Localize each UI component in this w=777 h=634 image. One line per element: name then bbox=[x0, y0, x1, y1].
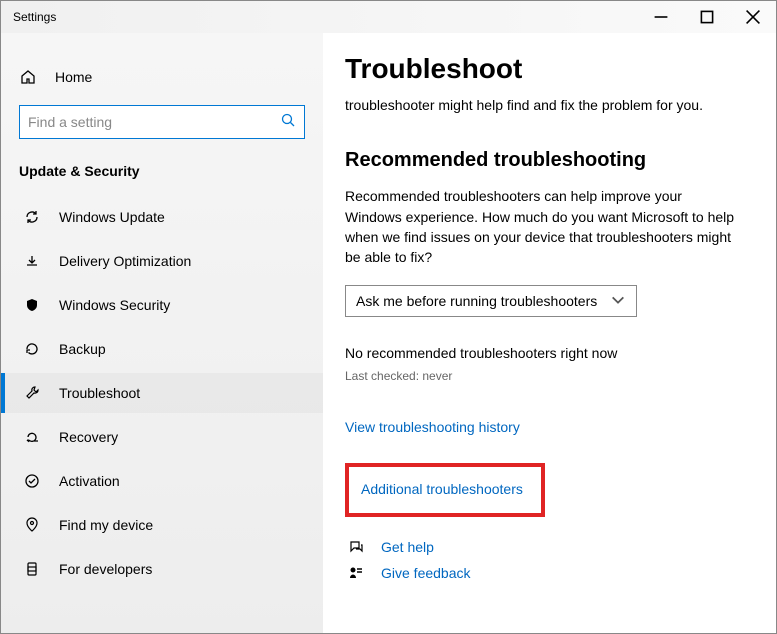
page-title: Troubleshoot bbox=[345, 53, 740, 85]
search-input[interactable] bbox=[19, 105, 305, 139]
check-circle-icon bbox=[23, 473, 41, 489]
sidebar-item-for-developers[interactable]: For developers bbox=[1, 549, 323, 589]
search-field[interactable] bbox=[28, 114, 280, 130]
nav-label: Windows Update bbox=[59, 209, 165, 225]
last-checked: Last checked: never bbox=[345, 369, 740, 383]
recommended-body: Recommended troubleshooters can help imp… bbox=[345, 186, 740, 267]
close-button[interactable] bbox=[730, 1, 776, 33]
recommended-heading: Recommended troubleshooting bbox=[345, 149, 740, 172]
backup-icon bbox=[23, 341, 41, 357]
status-text: No recommended troubleshooters right now bbox=[345, 345, 740, 361]
shield-icon bbox=[23, 297, 41, 313]
nav-label: Find my device bbox=[59, 517, 153, 533]
content-area: Troubleshoot troubleshooter might help f… bbox=[323, 33, 776, 633]
sidebar-item-backup[interactable]: Backup bbox=[1, 329, 323, 369]
sidebar-item-windows-security[interactable]: Windows Security bbox=[1, 285, 323, 325]
history-link[interactable]: View troubleshooting history bbox=[345, 419, 520, 435]
additional-troubleshooters-link[interactable]: Additional troubleshooters bbox=[361, 481, 523, 497]
location-icon bbox=[23, 517, 41, 533]
window-title: Settings bbox=[13, 10, 56, 24]
section-title: Update & Security bbox=[1, 139, 323, 197]
home-icon bbox=[19, 69, 37, 85]
feedback-icon bbox=[345, 565, 367, 581]
sidebar-item-activation[interactable]: Activation bbox=[1, 461, 323, 501]
give-feedback-link[interactable]: Give feedback bbox=[345, 565, 740, 581]
highlight-box: Additional troubleshooters bbox=[345, 463, 545, 517]
nav-label: Delivery Optimization bbox=[59, 253, 191, 269]
get-help-label: Get help bbox=[381, 539, 434, 555]
sidebar-item-troubleshoot[interactable]: Troubleshoot bbox=[1, 373, 323, 413]
nav-label: Activation bbox=[59, 473, 120, 489]
recovery-icon bbox=[23, 429, 41, 445]
nav-label: For developers bbox=[59, 561, 152, 577]
intro-text: troubleshooter might help find and fix t… bbox=[345, 95, 740, 115]
sidebar-item-windows-update[interactable]: Windows Update bbox=[1, 197, 323, 237]
home-button[interactable]: Home bbox=[1, 61, 323, 93]
get-help-link[interactable]: Get help bbox=[345, 539, 740, 555]
recommendation-dropdown[interactable]: Ask me before running troubleshooters bbox=[345, 285, 637, 317]
help-chat-icon bbox=[345, 539, 367, 555]
sidebar: Home Update & Security Windows Update De… bbox=[1, 33, 323, 633]
wrench-icon bbox=[23, 385, 41, 401]
nav-label: Recovery bbox=[59, 429, 118, 445]
chevron-down-icon bbox=[610, 292, 626, 311]
sidebar-item-recovery[interactable]: Recovery bbox=[1, 417, 323, 457]
sync-icon bbox=[23, 209, 41, 225]
dropdown-value: Ask me before running troubleshooters bbox=[356, 293, 597, 309]
sidebar-item-delivery-optimization[interactable]: Delivery Optimization bbox=[1, 241, 323, 281]
search-icon bbox=[280, 112, 296, 133]
sidebar-item-find-my-device[interactable]: Find my device bbox=[1, 505, 323, 545]
maximize-button[interactable] bbox=[684, 1, 730, 33]
nav-label: Windows Security bbox=[59, 297, 170, 313]
nav-label: Backup bbox=[59, 341, 106, 357]
minimize-button[interactable] bbox=[638, 1, 684, 33]
developers-icon bbox=[23, 561, 41, 577]
home-label: Home bbox=[55, 69, 92, 85]
give-feedback-label: Give feedback bbox=[381, 565, 471, 581]
nav-label: Troubleshoot bbox=[59, 385, 140, 401]
download-icon bbox=[23, 253, 41, 269]
